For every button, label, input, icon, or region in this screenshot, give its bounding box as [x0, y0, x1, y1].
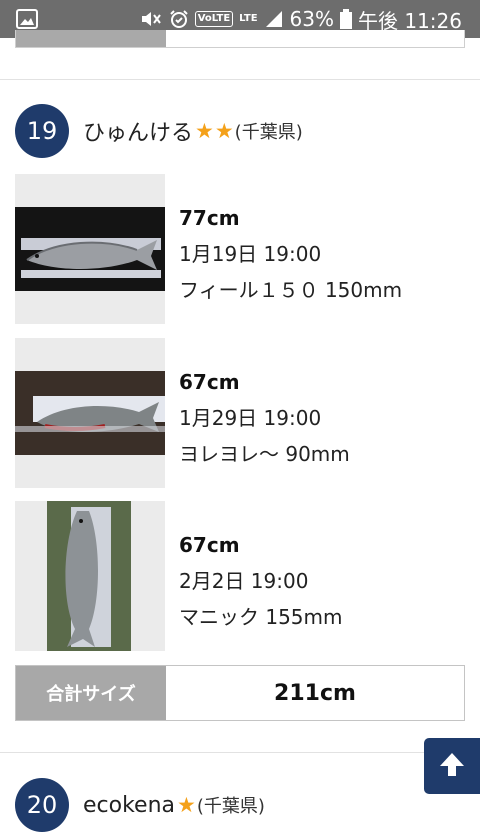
catch-datetime: 1月19日 19:00 — [179, 242, 322, 266]
catch-datetime: 2月2日 19:00 — [179, 569, 309, 593]
catch-info: 67cm 2月2日 19:00 マニック 155mm — [179, 527, 343, 635]
user-name[interactable]: ひゅんける — [83, 115, 193, 147]
fish-photo[interactable] — [15, 501, 165, 651]
rank-badge: 20 — [15, 778, 69, 832]
battery-percent: 63% — [289, 7, 334, 31]
total-size-row: 合計サイズ 211cm — [15, 665, 465, 721]
signal-icon — [264, 9, 284, 29]
previous-total-label-bg — [16, 30, 166, 47]
catch-info: 77cm 1月19日 19:00 フィール１５０ 150mm — [179, 200, 402, 308]
user-name-line[interactable]: ecokena ★ (千葉県) — [83, 792, 265, 818]
prefecture: (千葉県) — [234, 122, 303, 143]
catch-size: 67cm — [179, 370, 240, 394]
catch-lure: マニック 155mm — [179, 605, 343, 629]
fish-photo[interactable] — [15, 174, 165, 324]
total-size-value: 211cm — [274, 680, 356, 706]
divider — [0, 79, 480, 80]
alarm-icon — [169, 9, 189, 29]
total-size-label: 合計サイズ — [16, 666, 166, 720]
catch-size: 77cm — [179, 206, 240, 230]
volte-badge: VoLTE — [194, 11, 234, 27]
mute-icon — [139, 9, 163, 29]
star-rating: ★★ — [195, 119, 235, 143]
ranking-user-header: 20 ecokena ★ (千葉県) — [15, 778, 265, 832]
catch-lure: ヨレヨレ～ 90mm — [179, 442, 350, 466]
catch-datetime: 1月29日 19:00 — [179, 406, 322, 430]
gallery-icon — [16, 9, 38, 29]
lte-label: LTE — [239, 13, 258, 24]
previous-total-row — [15, 30, 465, 48]
catch-lure: フィール１５０ 150mm — [179, 278, 403, 302]
fish-photo[interactable] — [15, 338, 165, 488]
catch-entry[interactable]: 67cm 1月29日 19:00 ヨレヨレ～ 90mm — [15, 338, 465, 488]
ranking-user-header: 19 ひゅんける ★★ (千葉県) — [15, 104, 303, 158]
prefecture: (千葉県) — [196, 796, 265, 817]
lte-indicator: LTE — [239, 14, 257, 24]
catch-entry[interactable]: 67cm 2月2日 19:00 マニック 155mm — [15, 501, 465, 651]
battery-icon — [340, 9, 352, 29]
user-name-line[interactable]: ひゅんける ★★ (千葉県) — [83, 115, 303, 147]
catch-info: 67cm 1月29日 19:00 ヨレヨレ～ 90mm — [179, 364, 350, 472]
catch-entry[interactable]: 77cm 1月19日 19:00 フィール１５０ 150mm — [15, 174, 465, 324]
arrow-up-icon — [438, 750, 466, 782]
catch-size: 67cm — [179, 533, 240, 557]
scroll-to-top-button[interactable] — [424, 738, 480, 794]
divider — [0, 752, 480, 753]
user-name[interactable]: ecokena — [83, 793, 175, 818]
rank-badge: 19 — [15, 104, 69, 158]
star-rating: ★ — [177, 793, 197, 817]
